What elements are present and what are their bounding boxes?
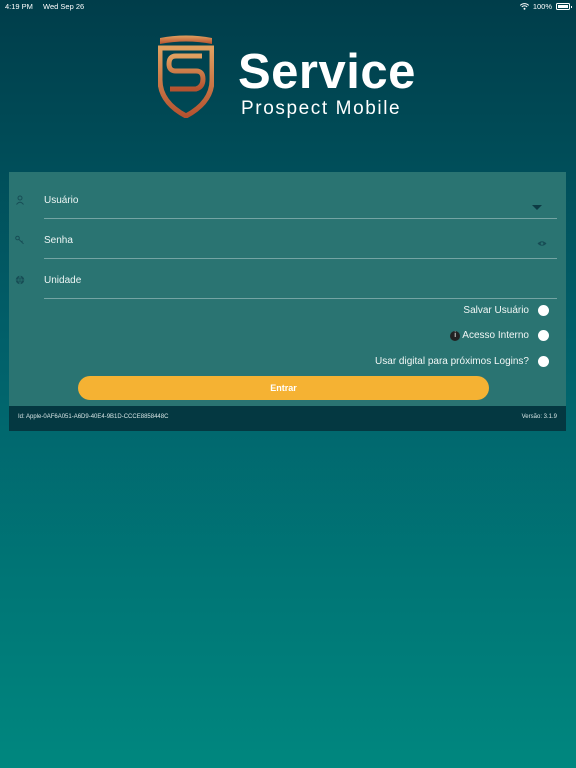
internal-access-radio[interactable]: [538, 330, 549, 341]
footer-bar: Id: Apple-0AF6A051-A6D9-40E4-9B1D-CCCE88…: [9, 406, 566, 431]
login-card: Usuário Senha Unidade Salvar Usuário i A…: [9, 172, 566, 406]
battery-percent: 100%: [532, 2, 552, 11]
status-date: Wed Sep 26: [43, 2, 85, 11]
fingerprint-option[interactable]: Usar digital para próximos Logins?: [375, 356, 549, 367]
info-icon[interactable]: i: [450, 330, 461, 341]
status-bar: 4:19 PM Wed Sep 26 100%: [0, 0, 576, 14]
device-id: Id: Apple-0AF6A051-A6D9-40E4-9B1D-CCCE88…: [18, 414, 169, 420]
globe-icon: [15, 275, 25, 285]
internal-access-option[interactable]: i Acesso Interno: [450, 330, 549, 341]
eye-icon[interactable]: [537, 240, 547, 247]
user-field-label: Usuário: [44, 195, 79, 206]
login-button[interactable]: Entrar: [78, 376, 489, 400]
password-field[interactable]: Senha: [44, 218, 557, 259]
status-time: 4:19 PM: [5, 2, 33, 11]
save-user-label: Salvar Usuário: [463, 305, 529, 316]
app-logo: Service Prospect Mobile: [158, 34, 418, 124]
unit-field[interactable]: Unidade: [44, 258, 557, 299]
save-user-option[interactable]: Salvar Usuário: [463, 305, 549, 316]
save-user-radio[interactable]: [538, 305, 549, 316]
app-version: Versão: 3.1.9: [521, 414, 557, 420]
shield-logo-icon: [158, 35, 214, 118]
logo-subtitle: Prospect Mobile: [241, 98, 402, 119]
battery-icon: [556, 3, 572, 10]
user-field[interactable]: Usuário: [44, 178, 557, 219]
dropdown-icon[interactable]: [532, 205, 542, 210]
internal-access-label: Acesso Interno: [462, 330, 529, 341]
logo-brand: Service: [238, 45, 416, 99]
fingerprint-label: Usar digital para próximos Logins?: [375, 356, 529, 367]
user-icon: [16, 195, 24, 205]
wifi-icon: [519, 3, 529, 10]
fingerprint-radio[interactable]: [538, 356, 549, 367]
unit-field-label: Unidade: [44, 275, 82, 286]
password-field-label: Senha: [44, 235, 73, 246]
password-icon: [15, 235, 24, 245]
